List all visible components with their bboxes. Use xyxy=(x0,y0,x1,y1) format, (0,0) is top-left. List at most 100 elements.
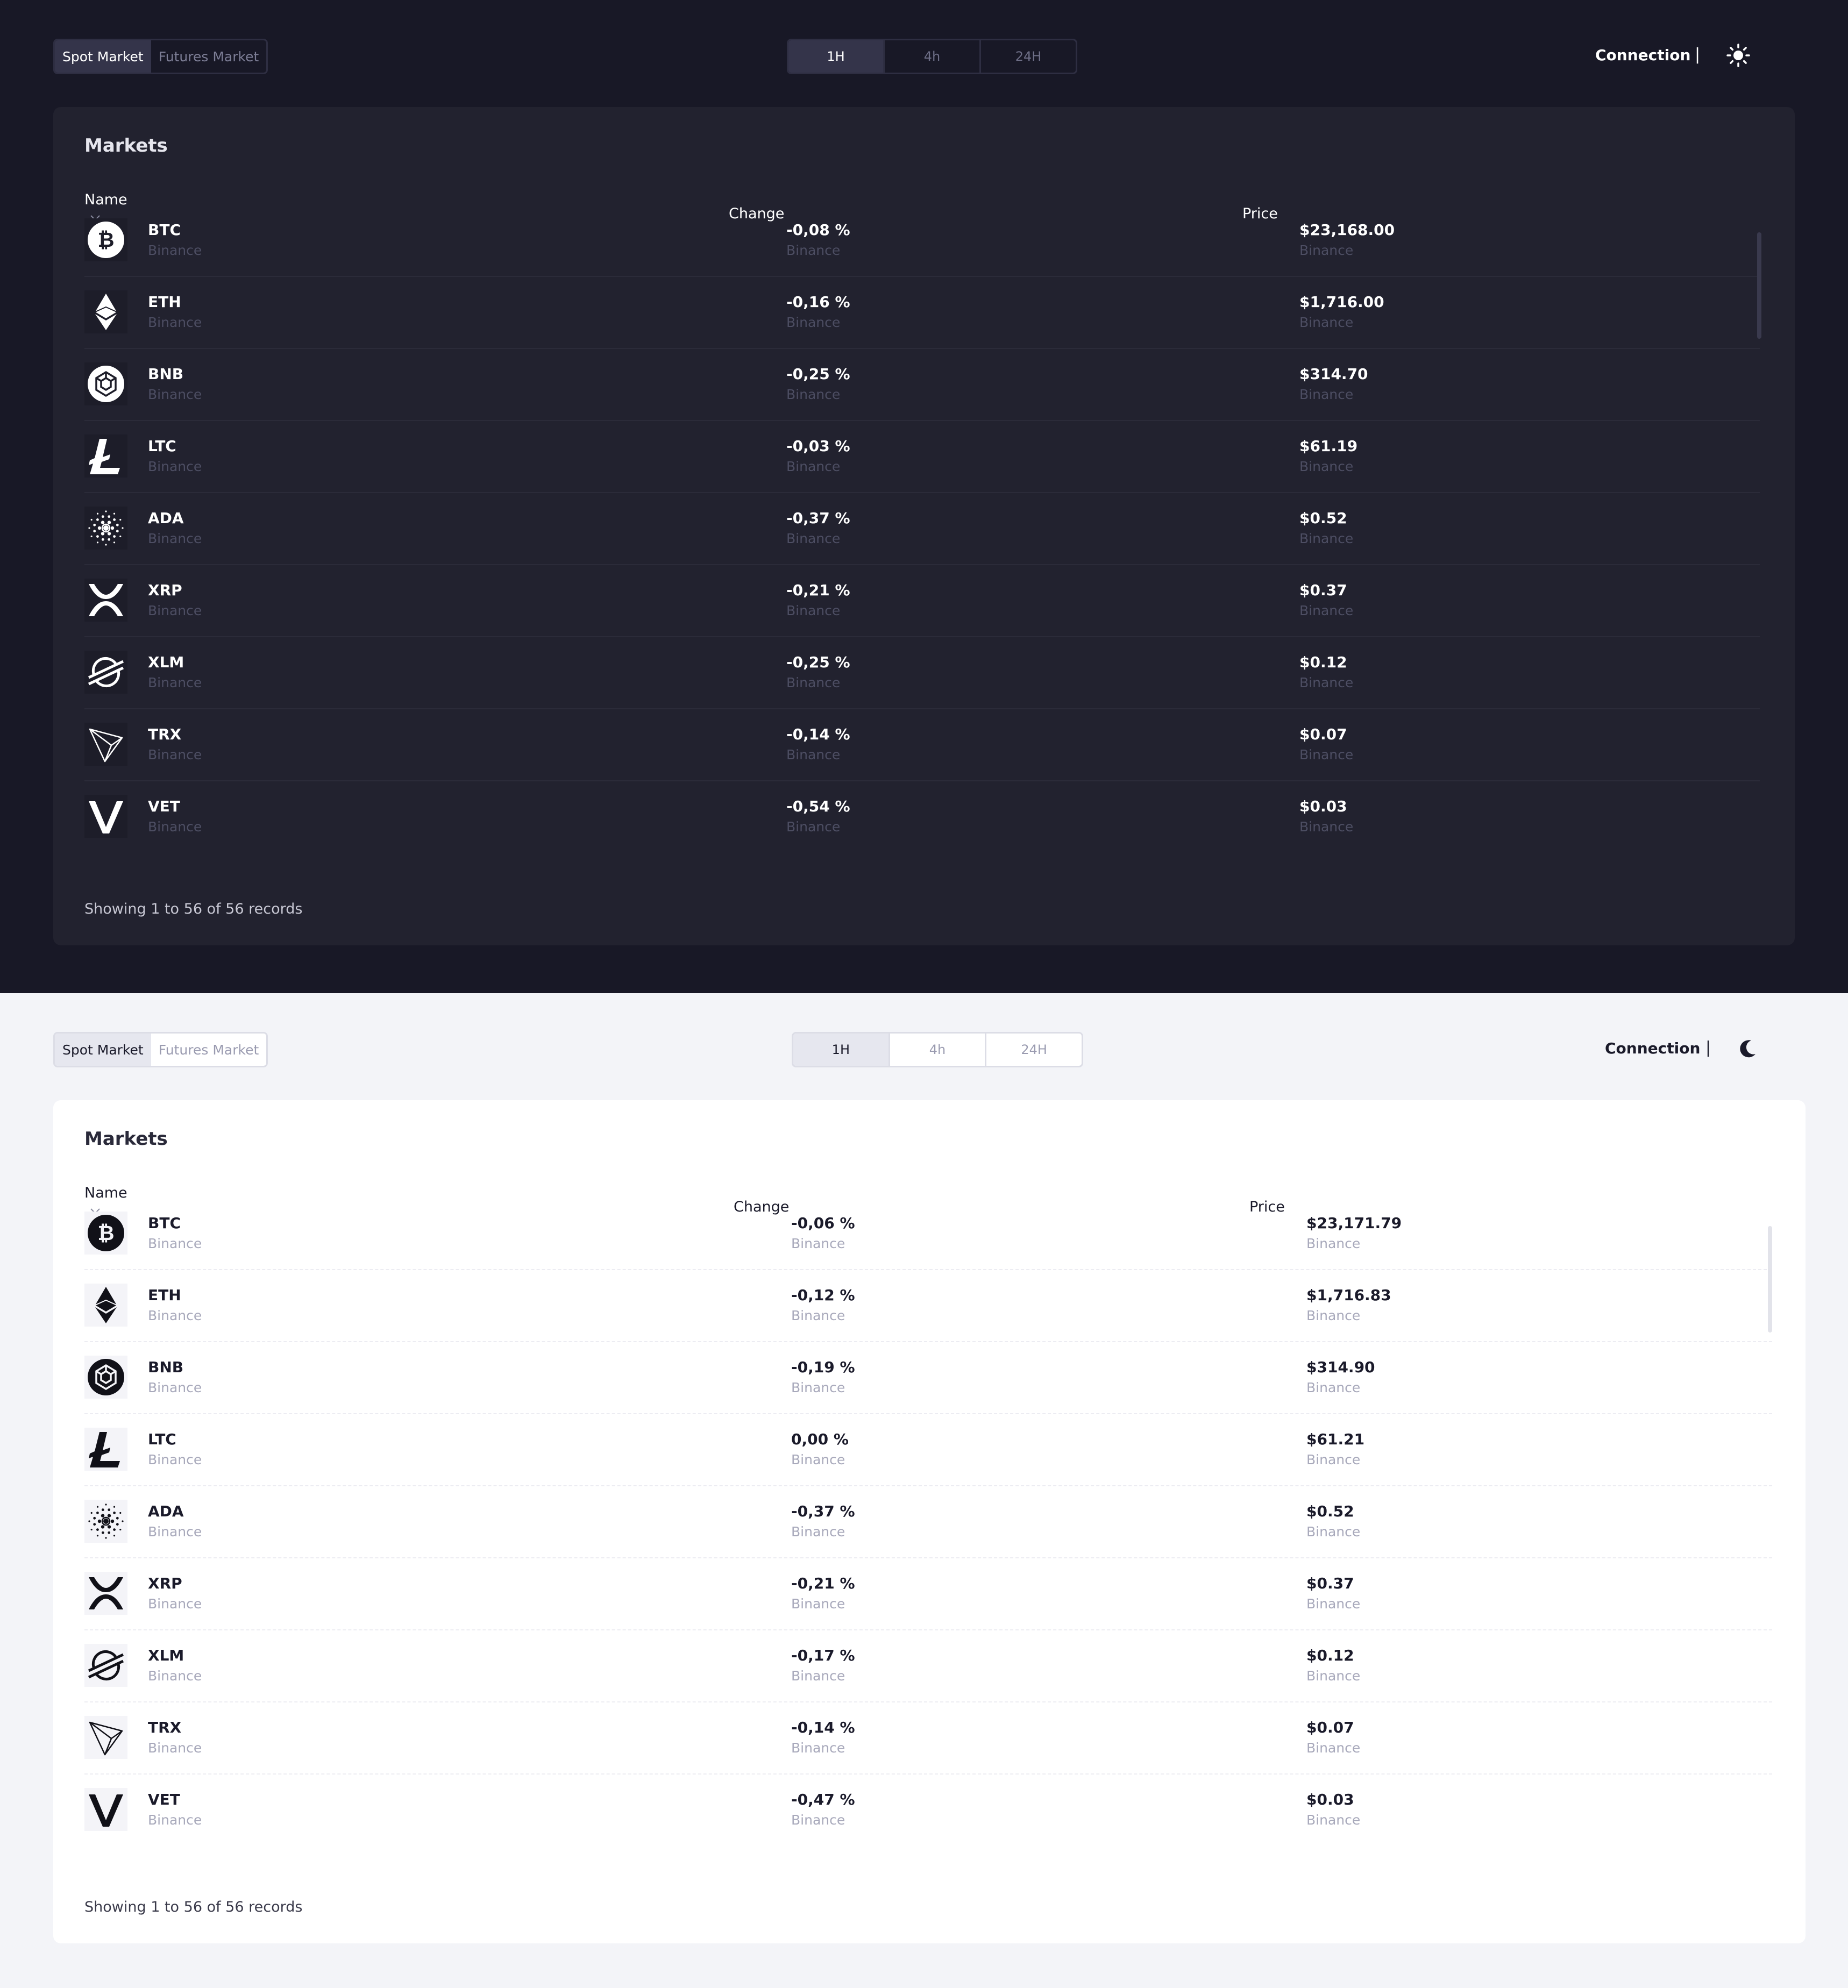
price-exchange: Binance xyxy=(1299,531,1354,546)
table-row[interactable]: XLM Binance -0,17 % Binance $0.12 Binance xyxy=(84,1630,1772,1702)
table-row[interactable]: VET Binance -0,47 % Binance $0.03 Binance xyxy=(84,1775,1772,1847)
change-exchange: Binance xyxy=(791,1380,845,1395)
coin-symbol: ETH xyxy=(148,293,181,311)
table-row[interactable]: ETH Binance -0,12 % Binance $1,716.83 Binance xyxy=(84,1270,1772,1342)
table-row[interactable]: XRP Binance -0,21 % Binance $0.37 Binance xyxy=(84,1558,1772,1630)
spot-market-tab[interactable]: Spot Market xyxy=(55,1034,151,1066)
cardano-icon xyxy=(84,1500,127,1543)
futures-market-tab[interactable]: Futures Market xyxy=(151,40,267,73)
change-exchange: Binance xyxy=(791,1812,845,1828)
coin-exchange: Binance xyxy=(148,1596,202,1612)
price-value: $0.52 xyxy=(1299,509,1347,527)
table-row[interactable]: BNB Binance -0,25 % Binance $314.70 Binance xyxy=(84,349,1760,421)
price-exchange: Binance xyxy=(1299,747,1354,763)
price-value: $314.90 xyxy=(1306,1358,1375,1376)
price-exchange: Binance xyxy=(1299,675,1354,690)
coin-symbol: ETH xyxy=(148,1286,181,1304)
price-exchange: Binance xyxy=(1306,1308,1361,1323)
price-exchange: Binance xyxy=(1306,1596,1361,1612)
coin-symbol: XLM xyxy=(148,1647,184,1664)
price-exchange: Binance xyxy=(1306,1740,1361,1756)
bitcoin-icon: ₿ xyxy=(84,218,127,261)
coin-symbol: BTC xyxy=(148,1214,181,1232)
svg-text:₿: ₿ xyxy=(98,228,115,252)
price-exchange: Binance xyxy=(1306,1236,1361,1251)
stellar-icon xyxy=(84,1644,127,1687)
table-row[interactable]: ADA Binance -0,37 % Binance $0.52 Binance xyxy=(84,1486,1772,1558)
header-separator: | xyxy=(1695,45,1701,64)
coin-exchange: Binance xyxy=(148,1812,202,1828)
coin-exchange: Binance xyxy=(148,531,202,546)
coin-exchange: Binance xyxy=(148,1308,202,1323)
coin-exchange: Binance xyxy=(148,819,202,835)
table-row[interactable]: LTC Binance -0,03 % Binance $61.19 Binance xyxy=(84,421,1760,493)
ethereum-icon xyxy=(84,1284,127,1327)
timeframe-24h-tab[interactable]: 24H xyxy=(985,1034,1082,1066)
coin-symbol: ADA xyxy=(148,1502,184,1520)
coin-symbol: BNB xyxy=(148,1358,184,1376)
table-row[interactable]: XRP Binance -0,21 % Binance $0.37 Binance xyxy=(84,565,1760,637)
coin-symbol: VET xyxy=(148,797,180,815)
price-change: -0,19 % xyxy=(791,1358,855,1376)
vechain-icon xyxy=(84,795,127,838)
table-row[interactable]: BNB Binance -0,19 % Binance $314.90 Binance xyxy=(84,1342,1772,1414)
price-exchange: Binance xyxy=(1299,603,1354,618)
coin-exchange: Binance xyxy=(148,747,202,763)
price-value: $0.12 xyxy=(1306,1647,1354,1664)
connection-button[interactable]: Connection xyxy=(1595,46,1690,64)
timeframe-1h-tab[interactable]: 1H xyxy=(788,40,883,73)
connection-button[interactable]: Connection xyxy=(1605,1039,1700,1057)
timeframe-24h-tab[interactable]: 24H xyxy=(979,40,1076,73)
table-row[interactable]: ETH Binance -0,16 % Binance $1,716.00 Binance xyxy=(84,277,1760,349)
change-exchange: Binance xyxy=(791,1596,845,1612)
price-value: $61.19 xyxy=(1299,437,1358,455)
table-row[interactable]: TRX Binance -0,14 % Binance $0.07 Binance xyxy=(84,709,1760,781)
timeframe-4h-tab[interactable]: 4h xyxy=(883,40,979,73)
price-change: -0,12 % xyxy=(791,1286,855,1304)
table-row[interactable]: TRX Binance -0,14 % Binance $0.07 Binance xyxy=(84,1702,1772,1775)
price-exchange: Binance xyxy=(1306,1380,1361,1395)
market-type-toggle: Spot Market Futures Market xyxy=(53,39,268,74)
price-value: $0.07 xyxy=(1299,725,1347,743)
table-scrollbar[interactable] xyxy=(1757,232,1761,339)
price-exchange: Binance xyxy=(1306,1812,1361,1828)
change-exchange: Binance xyxy=(786,819,841,835)
spot-market-tab[interactable]: Spot Market xyxy=(55,40,151,73)
price-change: -0,14 % xyxy=(786,725,850,743)
price-change: -0,06 % xyxy=(791,1214,855,1232)
table-row[interactable]: VET Binance -0,54 % Binance $0.03 Binance xyxy=(84,781,1760,853)
price-value: $1,716.83 xyxy=(1306,1286,1391,1304)
timeframe-4h-tab[interactable]: 4h xyxy=(888,1034,985,1066)
price-value: $0.37 xyxy=(1299,581,1347,599)
tron-icon xyxy=(84,723,127,766)
table-row[interactable]: ₿ BTC Binance -0,06 % Binance $23,171.79 Binan… xyxy=(84,1198,1772,1270)
table-row[interactable]: XLM Binance -0,25 % Binance $0.12 Binance xyxy=(84,637,1760,709)
header-separator: | xyxy=(1705,1038,1711,1057)
coin-exchange: Binance xyxy=(148,387,202,402)
table-scrollbar[interactable] xyxy=(1768,1226,1772,1333)
timeframe-1h-tab[interactable]: 1H xyxy=(793,1034,889,1066)
change-exchange: Binance xyxy=(791,1740,845,1756)
table-row[interactable]: ₿ BTC Binance -0,08 % Binance $23,168.00 Binan… xyxy=(84,205,1760,277)
xrp-icon xyxy=(84,1572,127,1615)
change-exchange: Binance xyxy=(786,315,841,330)
price-change: -0,17 % xyxy=(791,1647,855,1664)
price-change: -0,37 % xyxy=(786,509,850,527)
xrp-icon xyxy=(84,579,127,622)
coin-exchange: Binance xyxy=(148,1452,202,1467)
sun-icon[interactable] xyxy=(1726,43,1751,68)
table-row[interactable]: ADA Binance -0,37 % Binance $0.52 Binance xyxy=(84,493,1760,565)
price-value: $0.03 xyxy=(1299,797,1347,815)
moon-icon[interactable] xyxy=(1735,1036,1760,1061)
change-exchange: Binance xyxy=(786,243,841,258)
card-title: Markets xyxy=(84,135,168,156)
change-exchange: Binance xyxy=(786,531,841,546)
timeframe-toggle: 1H 4h 24H xyxy=(787,39,1077,74)
price-exchange: Binance xyxy=(1306,1668,1361,1684)
table-row[interactable]: LTC Binance 0,00 % Binance $61.21 Binance xyxy=(84,1414,1772,1486)
price-value: $0.37 xyxy=(1306,1574,1354,1592)
coin-exchange: Binance xyxy=(148,675,202,690)
bnb-icon xyxy=(84,362,127,405)
price-exchange: Binance xyxy=(1306,1452,1361,1467)
futures-market-tab[interactable]: Futures Market xyxy=(151,1034,267,1066)
